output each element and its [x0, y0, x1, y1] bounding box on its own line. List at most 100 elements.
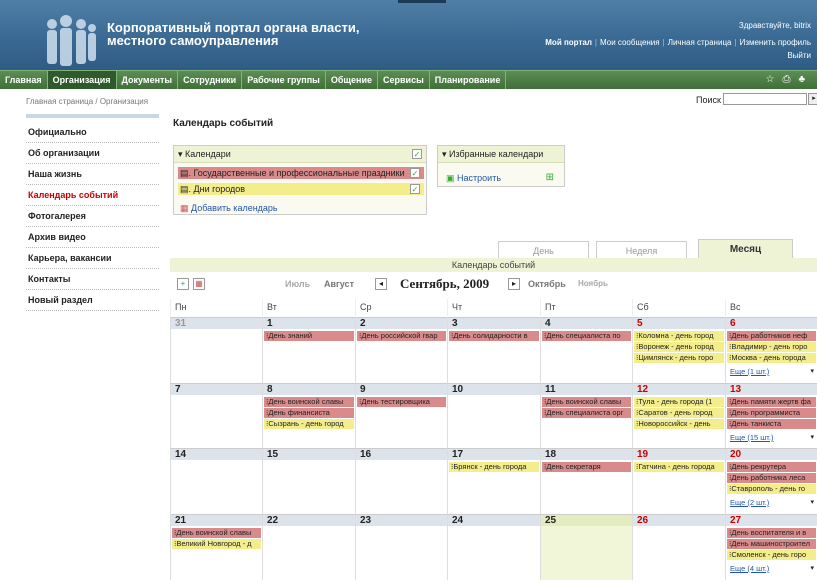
sidebar-item-official[interactable]: Официально	[26, 122, 159, 143]
calendar-view-icon[interactable]: ▦	[193, 278, 205, 290]
add-event-button[interactable]: +	[177, 278, 189, 290]
calendars-header[interactable]: ▾ Календари	[174, 146, 426, 163]
event-item[interactable]: ⁝День танкиста	[727, 419, 816, 429]
favorites-header[interactable]: ▾ Избранные календари	[438, 146, 564, 163]
day-cell[interactable]: 3 ⁝День солидарности в	[447, 317, 540, 383]
event-item[interactable]: ⁝Новороссийск - день	[634, 419, 724, 429]
day-cell[interactable]: 11 ⁝День воинской славы ⁝День специалиста …	[540, 383, 632, 449]
day-cell[interactable]: 23	[355, 514, 447, 580]
nav-planning[interactable]: Планирование	[430, 71, 507, 89]
day-cell[interactable]: 20 ⁝День рекрутера ⁝День работника леса ⁝Ст…	[725, 448, 817, 514]
nav-organization[interactable]: Организация	[47, 71, 117, 89]
dropdown-arrow-icon[interactable]: ▾	[810, 498, 814, 506]
more-events-link[interactable]: Еще (1 шт.)	[730, 367, 769, 376]
search-input[interactable]	[723, 93, 807, 105]
nav-workgroups[interactable]: Рабочие группы	[242, 71, 326, 89]
sidebar-item-career[interactable]: Карьера, вакансии	[26, 248, 159, 269]
day-cell[interactable]: 7	[170, 383, 262, 449]
event-item[interactable]: ⁝День солидарности в	[449, 331, 539, 341]
event-item[interactable]: ⁝Коломна - день город	[634, 331, 724, 341]
nav-home[interactable]: Главная	[0, 71, 48, 89]
calendar-checkbox[interactable]: ✓	[410, 184, 420, 194]
dropdown-arrow-icon[interactable]: ▾	[810, 564, 814, 572]
event-item[interactable]: ⁝Великий Новгород - д	[172, 539, 261, 549]
day-cell[interactable]: 18 ⁝День секретаря	[540, 448, 632, 514]
sitemap-icon[interactable]: ♣	[798, 74, 813, 85]
favorites-setup-link[interactable]: ▣ Настроить	[446, 173, 501, 184]
sidebar-item-calendar[interactable]: Календарь событий	[26, 185, 159, 206]
star-icon[interactable]: ☆	[765, 74, 782, 85]
tab-day[interactable]: День	[498, 241, 589, 259]
day-cell[interactable]: 9 ⁝День тестировщика	[355, 383, 447, 449]
calendar-entry-holidays[interactable]: ▤. Государственные и профессиональные пр…	[178, 167, 424, 179]
event-item[interactable]: ⁝Воронеж - день город	[634, 342, 724, 352]
event-item[interactable]: ⁝День тестировщика	[357, 397, 446, 407]
tab-week[interactable]: Неделя	[596, 241, 687, 259]
event-item[interactable]: ⁝Гатчина - день города	[634, 462, 724, 472]
day-cell[interactable]: 2 ⁝День российской гвар	[355, 317, 447, 383]
event-item[interactable]: ⁝Тула - день города (1	[634, 397, 724, 407]
event-item[interactable]: ⁝День работников неф	[727, 331, 816, 341]
tab-month[interactable]: Месяц	[698, 239, 793, 259]
link-edit-profile[interactable]: Изменить профиль	[740, 38, 811, 47]
calendars-toggle-checkbox[interactable]: ✓	[412, 149, 422, 159]
day-cell[interactable]: 22	[262, 514, 355, 580]
search-button[interactable]: ▸	[808, 93, 817, 105]
day-cell[interactable]: 10	[447, 383, 540, 449]
event-item[interactable]: ⁝День машиностроител	[727, 539, 816, 549]
event-item[interactable]: ⁝Ставрополь - день го	[727, 484, 816, 494]
day-cell[interactable]: 26	[632, 514, 725, 580]
day-cell[interactable]: 15	[262, 448, 355, 514]
day-cell[interactable]: 19 ⁝Гатчина - день города	[632, 448, 725, 514]
more-events-link[interactable]: Еще (15 шт.)	[730, 433, 773, 442]
sidebar-item-about[interactable]: Об организации	[26, 143, 159, 164]
day-cell[interactable]: 4 ⁝День специалиста по	[540, 317, 632, 383]
link-my-portal[interactable]: Мой портал	[545, 38, 592, 47]
favorites-add-icon[interactable]: ⊞	[546, 172, 554, 183]
event-item[interactable]: ⁝Брянск - день города	[449, 462, 539, 472]
event-item[interactable]: ⁝Владимир - день горо	[727, 342, 816, 352]
event-item[interactable]: ⁝День программиста	[727, 408, 816, 418]
sidebar-item-our-life[interactable]: Наша жизнь	[26, 164, 159, 185]
add-calendar-link[interactable]: ▦ Добавить календарь	[180, 203, 278, 214]
calendar-checkbox[interactable]: ✓	[410, 168, 420, 178]
event-item[interactable]: ⁝День рекрутера	[727, 462, 816, 472]
print-icon[interactable]: ⎙	[782, 74, 798, 85]
day-cell[interactable]: 8 ⁝День воинской славы ⁝День финансиста ⁝Сы…	[262, 383, 355, 449]
day-cell[interactable]: 16	[355, 448, 447, 514]
link-personal-page[interactable]: Личная страница	[668, 38, 732, 47]
month-prev1[interactable]: Август	[324, 279, 354, 289]
event-item[interactable]: ⁝День воинской славы	[264, 397, 354, 407]
month-next2[interactable]: Ноябрь	[578, 279, 608, 288]
logout-link[interactable]: Выйти	[787, 51, 811, 60]
day-cell[interactable]: 6 ⁝День работников неф ⁝Владимир - день го…	[725, 317, 817, 383]
nav-services[interactable]: Сервисы	[378, 71, 430, 89]
event-item[interactable]: ⁝Москва - день города	[727, 353, 816, 363]
day-cell[interactable]: 21 ⁝День воинской славы ⁝Великий Новгород …	[170, 514, 262, 580]
sidebar-item-contacts[interactable]: Контакты	[26, 269, 159, 290]
event-item[interactable]: ⁝День воспитателя и в	[727, 528, 816, 538]
prev-month-button[interactable]: ◂	[375, 278, 387, 290]
sidebar-item-gallery[interactable]: Фотогалерея	[26, 206, 159, 227]
event-item[interactable]: ⁝День российской гвар	[357, 331, 446, 341]
event-item[interactable]: ⁝Саратов - день город	[634, 408, 724, 418]
dropdown-arrow-icon[interactable]: ▾	[810, 433, 814, 441]
event-item[interactable]: ⁝День работника леса	[727, 473, 816, 483]
event-item[interactable]: ⁝День памяти жертв фа	[727, 397, 816, 407]
link-messages[interactable]: Мои сообщения	[600, 38, 660, 47]
nav-documents[interactable]: Документы	[117, 71, 179, 89]
event-item[interactable]: ⁝Сызрань - день город	[264, 419, 354, 429]
month-prev2[interactable]: Июль	[285, 279, 310, 289]
next-month-button[interactable]: ▸	[508, 278, 520, 290]
day-cell[interactable]: 24	[447, 514, 540, 580]
day-cell[interactable]: 5 ⁝Коломна - день город ⁝Воронеж - день го…	[632, 317, 725, 383]
calendar-entry-cities[interactable]: ▤. Дни городов ✓	[178, 183, 424, 195]
event-item[interactable]: ⁝День воинской славы	[542, 397, 631, 407]
event-item[interactable]: ⁝День секретаря	[542, 462, 631, 472]
dropdown-arrow-icon[interactable]: ▾	[810, 367, 814, 375]
sidebar-item-video[interactable]: Архив видео	[26, 227, 159, 248]
event-item[interactable]: ⁝Цимлянск - день горо	[634, 353, 724, 363]
day-cell[interactable]: 1 ⁝День знаний	[262, 317, 355, 383]
day-cell[interactable]: 25	[540, 514, 632, 580]
nav-communication[interactable]: Общение	[326, 71, 379, 89]
